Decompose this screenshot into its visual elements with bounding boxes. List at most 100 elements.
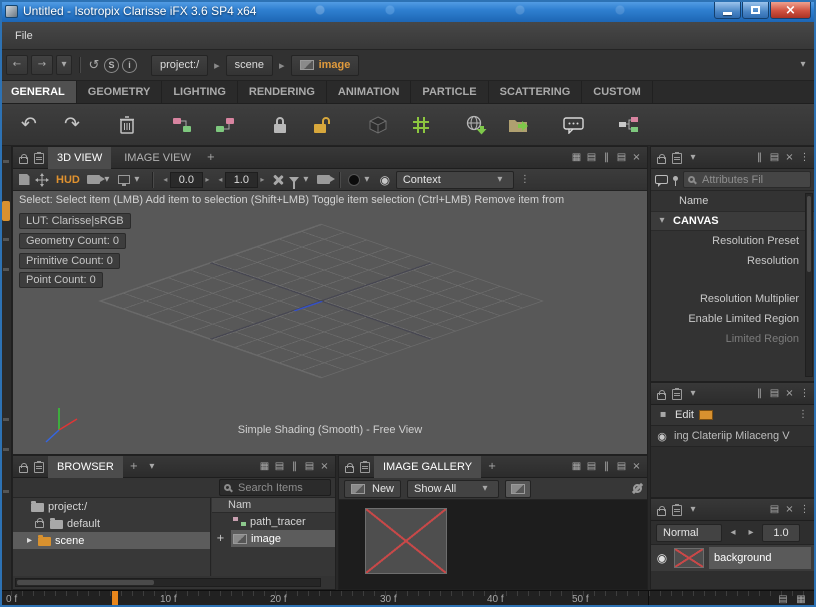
tab-custom[interactable]: CUSTOM [582,81,652,103]
tree-item-scene[interactable]: ▸ scene [13,532,210,549]
filter-selector[interactable]: ▾ [289,172,313,187]
layer-name[interactable]: background [709,547,811,569]
spin-left-icon[interactable]: ◂ [216,172,225,187]
redo-button[interactable]: ↷ [57,110,87,140]
spin-right-icon[interactable]: ▸ [203,172,212,187]
forward-button[interactable]: → [31,55,53,75]
gamma-stepper[interactable]: ◂ 1.0 ▸ [216,172,267,188]
file-menu[interactable]: File [15,30,33,42]
undo-button[interactable]: ↶ [14,110,44,140]
close-panel-icon[interactable]: × [630,459,643,474]
pause-icon[interactable]: ‖ [753,150,766,165]
panel-layout-icon[interactable] [360,462,370,473]
attributes-scrollbar[interactable] [805,193,813,377]
browser-search[interactable] [219,479,331,496]
pin-icon[interactable] [673,176,678,181]
browser-search-input[interactable] [219,479,331,496]
timeline-playhead[interactable] [112,591,118,607]
visibility-eye-icon[interactable]: ◉ [655,551,669,566]
tab-image-view[interactable]: IMAGE VIEW [115,147,200,169]
breadcrumb-project[interactable]: project:/ [151,55,208,76]
close-panel-icon[interactable]: × [783,150,796,165]
attributes-search[interactable] [683,171,811,188]
edit-row[interactable]: ▪ Edit ⋮ [651,405,815,426]
canvas-section-header[interactable]: ▾ CANVAS [651,211,815,231]
history-dropdown[interactable]: ▾ [56,55,72,75]
attr-resolution-multiplier[interactable]: Resolution Multiplier [651,289,815,309]
timeline[interactable]: 0 f 10 f 20 f 30 f 40 f 50 f ▤ ▦ [0,590,816,607]
shelf-item[interactable] [3,268,9,271]
exposure-value[interactable]: 0.0 [170,172,203,188]
exposure-stepper[interactable]: ◂ 0.0 ▸ [161,172,212,188]
menu-dots-icon[interactable]: ⋮ [798,386,811,401]
list-layout-icon[interactable]: ▤ [768,386,781,401]
list-item-image[interactable]: + image [212,530,335,547]
list-layout-icon[interactable]: ▤ [303,459,316,474]
scatterer-button[interactable] [406,110,436,140]
list-layout-icon[interactable]: ▤ [768,150,781,165]
grid-layout-icon[interactable]: ▦ [570,150,583,165]
minimize-button[interactable] [714,1,741,19]
close-panel-icon[interactable]: × [783,386,796,401]
name-row[interactable]: Name [651,191,815,211]
scrollbar-thumb[interactable] [807,196,811,272]
add-icon[interactable]: + [214,531,227,546]
attributes-search-input[interactable] [683,171,811,188]
grid-layout-icon[interactable]: ▦ [794,592,808,607]
pause-icon[interactable]: ‖ [600,459,613,474]
lock-icon[interactable] [657,393,666,400]
shelf-item[interactable] [3,418,9,421]
spin-left-icon[interactable]: ◂ [161,172,170,187]
create-node-button[interactable] [167,110,197,140]
viewport-3d-canvas[interactable]: Select: Select item (LMB) Add item to se… [13,191,647,454]
chevron-down-icon[interactable]: ▾ [686,150,700,165]
tab-3d-view[interactable]: 3D VIEW [48,147,111,169]
info-icon[interactable]: i [122,58,137,73]
maximize-button[interactable] [742,1,769,19]
duplicate-node-button[interactable] [210,110,240,140]
panel-layout-icon[interactable] [34,462,44,473]
comment-button[interactable] [559,110,589,140]
back-button[interactable]: ← [6,55,28,75]
move-tool-icon[interactable] [35,173,49,187]
panel-layout-icon[interactable] [672,389,682,400]
hud-toggle[interactable]: HUD [53,174,83,186]
tab-image-gallery[interactable]: IMAGE GALLERY [374,456,481,478]
menu-dots-icon[interactable]: ⋮ [798,150,811,165]
unlock-button[interactable] [308,110,338,140]
menu-dots-icon[interactable]: ⋮ [798,502,811,517]
context-selector[interactable]: Context ▾ [396,171,514,189]
save-icon[interactable] [17,172,31,187]
panel-layout-icon[interactable] [672,153,682,164]
visibility-eye-icon[interactable]: ◉ [655,429,669,444]
lock-icon[interactable] [19,157,28,164]
thumbnail-view-button[interactable] [505,480,531,498]
spin-left-icon[interactable]: ◂ [726,525,740,540]
browser-column-header[interactable]: Nam [212,498,335,513]
close-panel-icon[interactable]: × [630,150,643,165]
gallery-filter-selector[interactable]: Show All ▾ [407,480,499,498]
context-menu-dots-icon[interactable]: ⋮ [518,172,532,187]
breadcrumb-dropdown-icon[interactable]: ▾ [796,58,810,73]
gear-icon[interactable] [633,484,642,493]
tab-scattering[interactable]: SCATTERING [489,81,583,103]
display-mode-selector[interactable]: ▾ [118,172,144,187]
scrollbar-thumb[interactable] [17,580,154,585]
list-layout-icon[interactable]: ▤ [585,459,598,474]
opacity-field[interactable]: 1.0 [762,524,800,542]
spin-right-icon[interactable]: ▸ [258,172,267,187]
shelf-item-active[interactable] [2,201,10,221]
spin-right-icon[interactable]: ▸ [744,525,758,540]
tree-item-project[interactable]: project:/ [13,498,210,515]
grid-layout-icon[interactable]: ▦ [258,459,271,474]
tab-general[interactable]: GENERAL [0,81,77,103]
close-button[interactable]: × [770,1,811,19]
pause-icon[interactable]: ‖ [600,150,613,165]
layer-row-background[interactable]: ◉ background [651,545,815,571]
tab-animation[interactable]: ANIMATION [327,81,412,103]
camera-selector[interactable]: ▾ [87,172,114,187]
list-layout-icon[interactable]: ▤ [768,502,781,517]
close-panel-icon[interactable]: × [783,502,796,517]
list-layout-icon[interactable]: ▤ [585,150,598,165]
breadcrumb-scene[interactable]: scene [226,55,273,76]
